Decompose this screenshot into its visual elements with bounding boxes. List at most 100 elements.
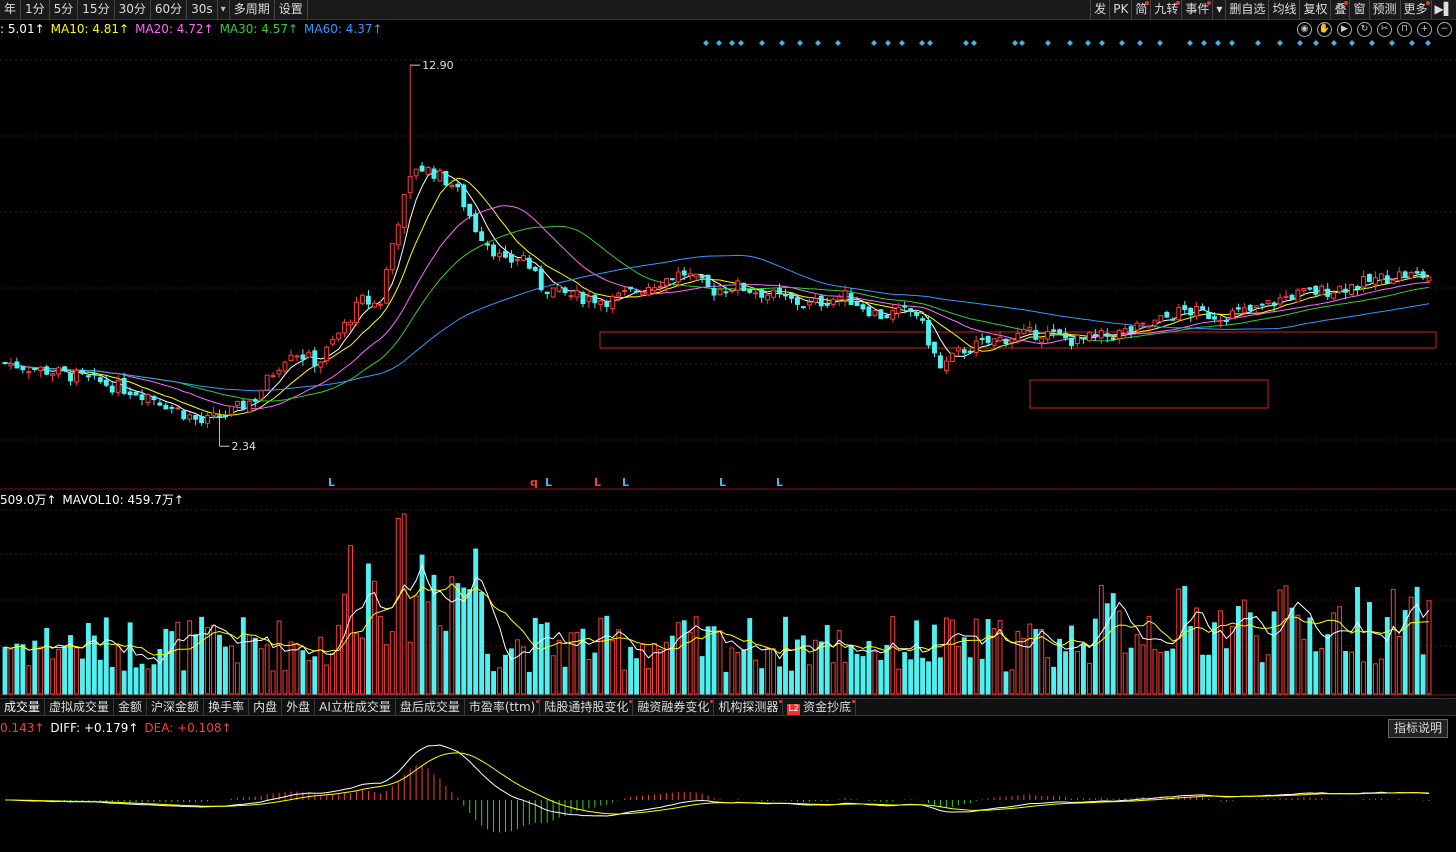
candle-up	[425, 166, 431, 175]
candle-up	[997, 336, 1003, 342]
tab-indicator[interactable]: 陆股通持股变化	[540, 699, 634, 716]
tool-button[interactable]: 简	[1131, 0, 1150, 20]
period-button[interactable]: 1分	[21, 0, 50, 20]
volume-bar-up	[1378, 658, 1384, 695]
volume-bar-up	[598, 617, 604, 695]
volume-bar-down	[300, 650, 306, 695]
tab-indicator[interactable]: 虚拟成交量	[45, 699, 115, 716]
volume-bar-up	[735, 652, 741, 695]
tab-indicator[interactable]: 融资融券变化	[633, 699, 715, 716]
candle-down	[366, 295, 371, 305]
period-button[interactable]: 设置	[275, 0, 308, 20]
signal-diamond	[885, 40, 891, 46]
volume-bar-up	[354, 632, 359, 695]
volume-bar-up	[1295, 614, 1301, 695]
volume-bar-up	[360, 637, 365, 695]
candle-down	[711, 287, 717, 296]
macd-legend: 0.143↑ DIFF: +0.179↑ DEA: +0.108↑	[0, 720, 238, 736]
volume-bar-down	[526, 671, 532, 695]
volume-bar-down	[366, 563, 371, 695]
volume-bar-up	[1009, 669, 1015, 695]
tool-button[interactable]: 九转	[1150, 0, 1181, 20]
notify-dot	[852, 700, 856, 703]
signal-diamond	[1215, 40, 1221, 46]
price-chart[interactable]: 12.902.34L q L L L L L	[0, 20, 1456, 490]
candle-down	[1104, 333, 1110, 337]
diff-value: DIFF: +0.179↑	[50, 721, 139, 735]
tab-indicator[interactable]: L2 资金抄底	[783, 699, 857, 716]
tool-button[interactable]: 更多	[1399, 0, 1431, 20]
volume-bar-down	[1259, 662, 1265, 695]
volume-bar-up	[282, 670, 288, 695]
volume-bar-up	[610, 640, 616, 695]
period-button[interactable]: 15分	[78, 0, 115, 20]
tool-button[interactable]: 事件	[1181, 0, 1212, 20]
tab-indicator[interactable]: 外盘	[282, 699, 316, 716]
candle-up	[497, 252, 502, 257]
tool-button[interactable]: 删自选	[1225, 0, 1268, 20]
period-button[interactable]: 多周期	[230, 0, 275, 20]
volume-bar-down	[979, 658, 985, 695]
tool-button[interactable]: PK	[1109, 0, 1131, 20]
volume-bar-down	[1069, 625, 1074, 695]
candle-up	[50, 373, 56, 376]
tool-button[interactable]: 叠	[1330, 0, 1349, 20]
volume-bar-up	[234, 662, 240, 695]
volume-bar-up	[228, 645, 234, 695]
tab-indicator[interactable]: 机构探测器	[714, 699, 784, 716]
tab-indicator[interactable]: 成交量	[0, 699, 46, 716]
candle-down	[312, 350, 318, 367]
ma20-line	[4, 205, 1430, 410]
candle-down	[884, 315, 890, 319]
tool-button[interactable]: 窗	[1349, 0, 1368, 20]
volume-bar-down	[860, 656, 866, 695]
volume-bar-down	[914, 620, 920, 695]
candle-up	[675, 271, 681, 283]
volume-bar-up	[1253, 635, 1259, 695]
candle-up	[354, 301, 359, 324]
indicator-explain-button[interactable]: 指标说明	[1387, 719, 1448, 738]
tool-button[interactable]: 发	[1090, 0, 1109, 20]
l2-badge: L2	[787, 704, 801, 715]
tool-button[interactable]: 复权	[1299, 0, 1330, 20]
period-button[interactable]: 年	[0, 0, 22, 20]
tab-indicator[interactable]: 内盘	[249, 699, 283, 716]
tool-button[interactable]: 均线	[1268, 0, 1299, 20]
volume-bar-down	[181, 670, 187, 695]
volume-bar-down	[473, 548, 479, 695]
macd-chart[interactable]	[0, 740, 1456, 852]
tool-button[interactable]: ▾	[1212, 0, 1225, 20]
candle-up	[437, 169, 443, 182]
candle-up	[38, 366, 44, 372]
volume-bar-up	[258, 648, 264, 695]
tab-indicator[interactable]: 换手率	[204, 699, 250, 716]
tool-button[interactable]: 预测	[1368, 0, 1400, 20]
candle-up	[955, 347, 961, 352]
tab-indicator[interactable]: 盘后成交量	[396, 699, 465, 716]
period-button[interactable]: 60分	[151, 0, 188, 20]
volume-bar-up	[1086, 662, 1092, 695]
candle-up	[413, 168, 419, 177]
volume-bar-down	[1289, 607, 1295, 695]
volume-bar-up	[264, 644, 270, 695]
tool-button[interactable]: ▶▌	[1430, 0, 1456, 20]
tab-indicator[interactable]: 沪深金额	[147, 699, 205, 716]
tab-indicator[interactable]: AI立桩成交量	[315, 699, 396, 716]
signal-diamond	[963, 40, 969, 46]
period-button[interactable]: 30s	[187, 0, 218, 20]
candle-down	[479, 231, 485, 241]
volume-chart[interactable]	[0, 508, 1456, 696]
candle-up	[288, 354, 294, 362]
tab-indicator[interactable]: 市盈率(ttm)	[465, 699, 541, 716]
candle-up	[371, 302, 377, 308]
candle-up	[687, 273, 693, 277]
tab-indicator[interactable]: 金额	[114, 699, 148, 716]
candle-up	[753, 292, 759, 295]
volume-bar-down	[562, 666, 568, 695]
candle-up	[1098, 330, 1104, 339]
period-dropdown-icon[interactable]: ▾	[218, 0, 230, 20]
candle-up	[622, 289, 628, 293]
period-button[interactable]: 30分	[115, 0, 151, 20]
period-button[interactable]: 5分	[50, 0, 79, 20]
candle-up	[395, 224, 401, 246]
